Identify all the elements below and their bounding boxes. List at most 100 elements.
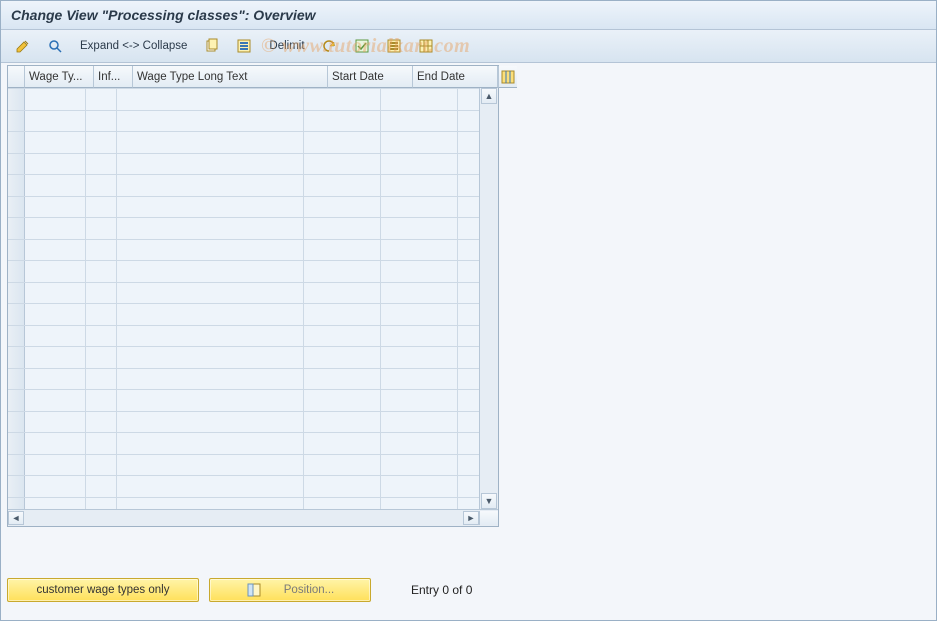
scroll-track[interactable] (480, 104, 498, 493)
cell-end-date[interactable] (381, 218, 458, 239)
cell-start-date[interactable] (304, 240, 381, 261)
cell-wage-type[interactable] (25, 476, 86, 497)
cell-inf[interactable] (86, 433, 117, 454)
cell-start-date[interactable] (304, 390, 381, 411)
row-selector[interactable] (8, 132, 25, 153)
cell-end-date[interactable] (381, 390, 458, 411)
cell-wage-type[interactable] (25, 304, 86, 325)
cell-long-text[interactable] (117, 326, 304, 347)
cell-inf[interactable] (86, 89, 117, 110)
cell-long-text[interactable] (117, 197, 304, 218)
cell-inf[interactable] (86, 240, 117, 261)
cell-inf[interactable] (86, 283, 117, 304)
cell-end-date[interactable] (381, 197, 458, 218)
table-row[interactable] (8, 389, 479, 411)
cell-end-date[interactable] (381, 326, 458, 347)
row-selector[interactable] (8, 498, 25, 510)
cell-start-date[interactable] (304, 111, 381, 132)
row-selector[interactable] (8, 218, 25, 239)
cell-end-date[interactable] (381, 261, 458, 282)
row-selector[interactable] (8, 111, 25, 132)
col-header-inf[interactable]: Inf... (94, 66, 133, 88)
cell-inf[interactable] (86, 390, 117, 411)
select-all-rows-button[interactable] (348, 34, 376, 58)
cell-inf[interactable] (86, 218, 117, 239)
cell-wage-type[interactable] (25, 132, 86, 153)
table-row[interactable] (8, 454, 479, 476)
vertical-scrollbar[interactable]: ▲ ▼ (479, 88, 498, 509)
cell-end-date[interactable] (381, 111, 458, 132)
cell-end-date[interactable] (381, 369, 458, 390)
cell-inf[interactable] (86, 412, 117, 433)
cell-wage-type[interactable] (25, 433, 86, 454)
cell-long-text[interactable] (117, 111, 304, 132)
cell-end-date[interactable] (381, 240, 458, 261)
cell-start-date[interactable] (304, 326, 381, 347)
cell-end-date[interactable] (381, 175, 458, 196)
cell-wage-type[interactable] (25, 455, 86, 476)
cell-start-date[interactable] (304, 89, 381, 110)
col-header-wage-type[interactable]: Wage Ty... (25, 66, 94, 88)
table-row[interactable] (8, 88, 479, 110)
cell-end-date[interactable] (381, 476, 458, 497)
cell-inf[interactable] (86, 304, 117, 325)
cell-wage-type[interactable] (25, 197, 86, 218)
row-selector[interactable] (8, 326, 25, 347)
cell-start-date[interactable] (304, 132, 381, 153)
toggle-display-change-button[interactable] (9, 34, 37, 58)
delimit-button[interactable]: Delimit (262, 34, 311, 58)
scroll-left-button[interactable]: ◄ (8, 511, 24, 525)
hscroll-track[interactable] (24, 510, 463, 526)
table-row[interactable] (8, 475, 479, 497)
table-row[interactable] (8, 411, 479, 433)
row-selector[interactable] (8, 197, 25, 218)
table-row[interactable] (8, 153, 479, 175)
select-all-button[interactable] (230, 34, 258, 58)
cell-end-date[interactable] (381, 412, 458, 433)
cell-inf[interactable] (86, 347, 117, 368)
cell-long-text[interactable] (117, 240, 304, 261)
cell-end-date[interactable] (381, 89, 458, 110)
col-header-long-text[interactable]: Wage Type Long Text (133, 66, 328, 88)
cell-start-date[interactable] (304, 476, 381, 497)
row-selector[interactable] (8, 390, 25, 411)
cell-start-date[interactable] (304, 433, 381, 454)
cell-wage-type[interactable] (25, 111, 86, 132)
cell-long-text[interactable] (117, 154, 304, 175)
cell-wage-type[interactable] (25, 240, 86, 261)
cell-long-text[interactable] (117, 175, 304, 196)
cell-end-date[interactable] (381, 283, 458, 304)
cell-long-text[interactable] (117, 390, 304, 411)
cell-start-date[interactable] (304, 369, 381, 390)
cell-start-date[interactable] (304, 218, 381, 239)
scroll-up-button[interactable]: ▲ (481, 88, 497, 104)
cell-end-date[interactable] (381, 498, 458, 510)
cell-long-text[interactable] (117, 498, 304, 510)
cell-end-date[interactable] (381, 304, 458, 325)
cell-wage-type[interactable] (25, 89, 86, 110)
cell-long-text[interactable] (117, 304, 304, 325)
cell-inf[interactable] (86, 369, 117, 390)
row-selector-header[interactable] (8, 66, 25, 88)
cell-long-text[interactable] (117, 412, 304, 433)
row-selector[interactable] (8, 347, 25, 368)
cell-wage-type[interactable] (25, 175, 86, 196)
cell-start-date[interactable] (304, 498, 381, 510)
undo-button[interactable] (316, 34, 344, 58)
copy-button[interactable] (198, 34, 226, 58)
cell-start-date[interactable] (304, 283, 381, 304)
cell-long-text[interactable] (117, 261, 304, 282)
cell-inf[interactable] (86, 455, 117, 476)
cell-long-text[interactable] (117, 369, 304, 390)
cell-long-text[interactable] (117, 455, 304, 476)
cell-inf[interactable] (86, 111, 117, 132)
table-row[interactable] (8, 217, 479, 239)
table-row[interactable] (8, 368, 479, 390)
cell-long-text[interactable] (117, 347, 304, 368)
cell-wage-type[interactable] (25, 498, 86, 510)
row-selector[interactable] (8, 476, 25, 497)
row-selector[interactable] (8, 412, 25, 433)
cell-start-date[interactable] (304, 154, 381, 175)
table-row[interactable] (8, 239, 479, 261)
other-view-button[interactable] (41, 34, 69, 58)
